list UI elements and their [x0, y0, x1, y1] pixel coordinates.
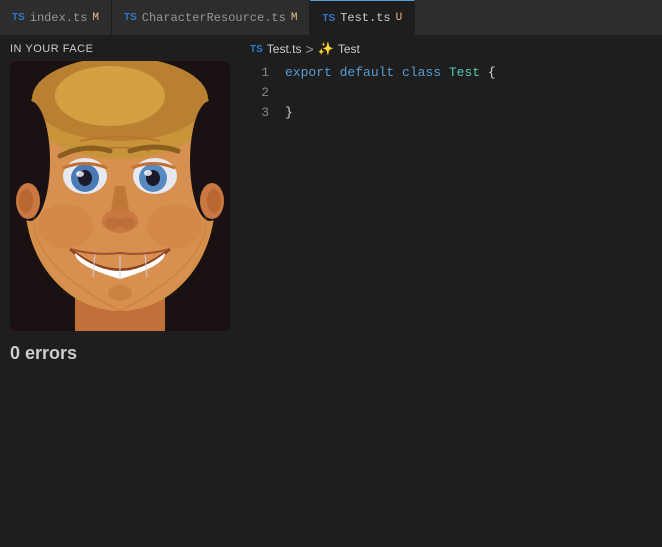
line-content-3: } [285, 103, 662, 123]
tab-charresource[interactable]: TS CharacterResource.ts M [112, 0, 310, 35]
breadcrumb-separator: > [305, 41, 313, 57]
breadcrumb-ts-icon: TS [250, 44, 263, 55]
line-content-1: export default class Test { [285, 63, 662, 83]
ts-icon-3: TS [322, 13, 335, 24]
tab-bar: TS index.ts M TS CharacterResource.ts M … [0, 0, 662, 35]
line-number-2: 2 [240, 83, 285, 103]
breadcrumb-classname: Test [338, 42, 360, 56]
code-line-2: 2 [240, 83, 662, 103]
character-image [10, 61, 230, 331]
tab-modified-index: M [92, 12, 99, 24]
code-line-1: 1 export default class Test { [240, 63, 662, 83]
ts-icon-2: TS [124, 12, 137, 23]
code-line-3: 3 } [240, 103, 662, 123]
error-count: 0 errors [0, 331, 240, 376]
line-number-3: 3 [240, 103, 285, 123]
line-number-1: 1 [240, 63, 285, 83]
ts-icon: TS [12, 12, 25, 23]
line-content-2 [285, 83, 662, 103]
tab-index[interactable]: TS index.ts M [0, 0, 112, 35]
breadcrumb: TS Test.ts > ✨ Test [240, 35, 662, 63]
main-content: IN YOUR FACE [0, 35, 662, 547]
code-area[interactable]: 1 export default class Test { 2 3 } [240, 63, 662, 547]
breadcrumb-filename: Test.ts [267, 42, 302, 56]
panel-title: IN YOUR FACE [0, 35, 240, 61]
tab-label-test: Test.ts [340, 11, 390, 25]
tab-modified-charresource: M [291, 12, 298, 24]
tab-test[interactable]: TS Test.ts U [310, 0, 415, 35]
editor-panel: TS Test.ts > ✨ Test 1 export default cla… [240, 35, 662, 547]
tab-modified-test: U [396, 12, 403, 24]
tab-label-index: index.ts [30, 11, 88, 25]
breadcrumb-class-icon: ✨ [318, 41, 334, 57]
tab-label-charresource: CharacterResource.ts [142, 11, 286, 25]
left-panel: IN YOUR FACE [0, 35, 240, 547]
